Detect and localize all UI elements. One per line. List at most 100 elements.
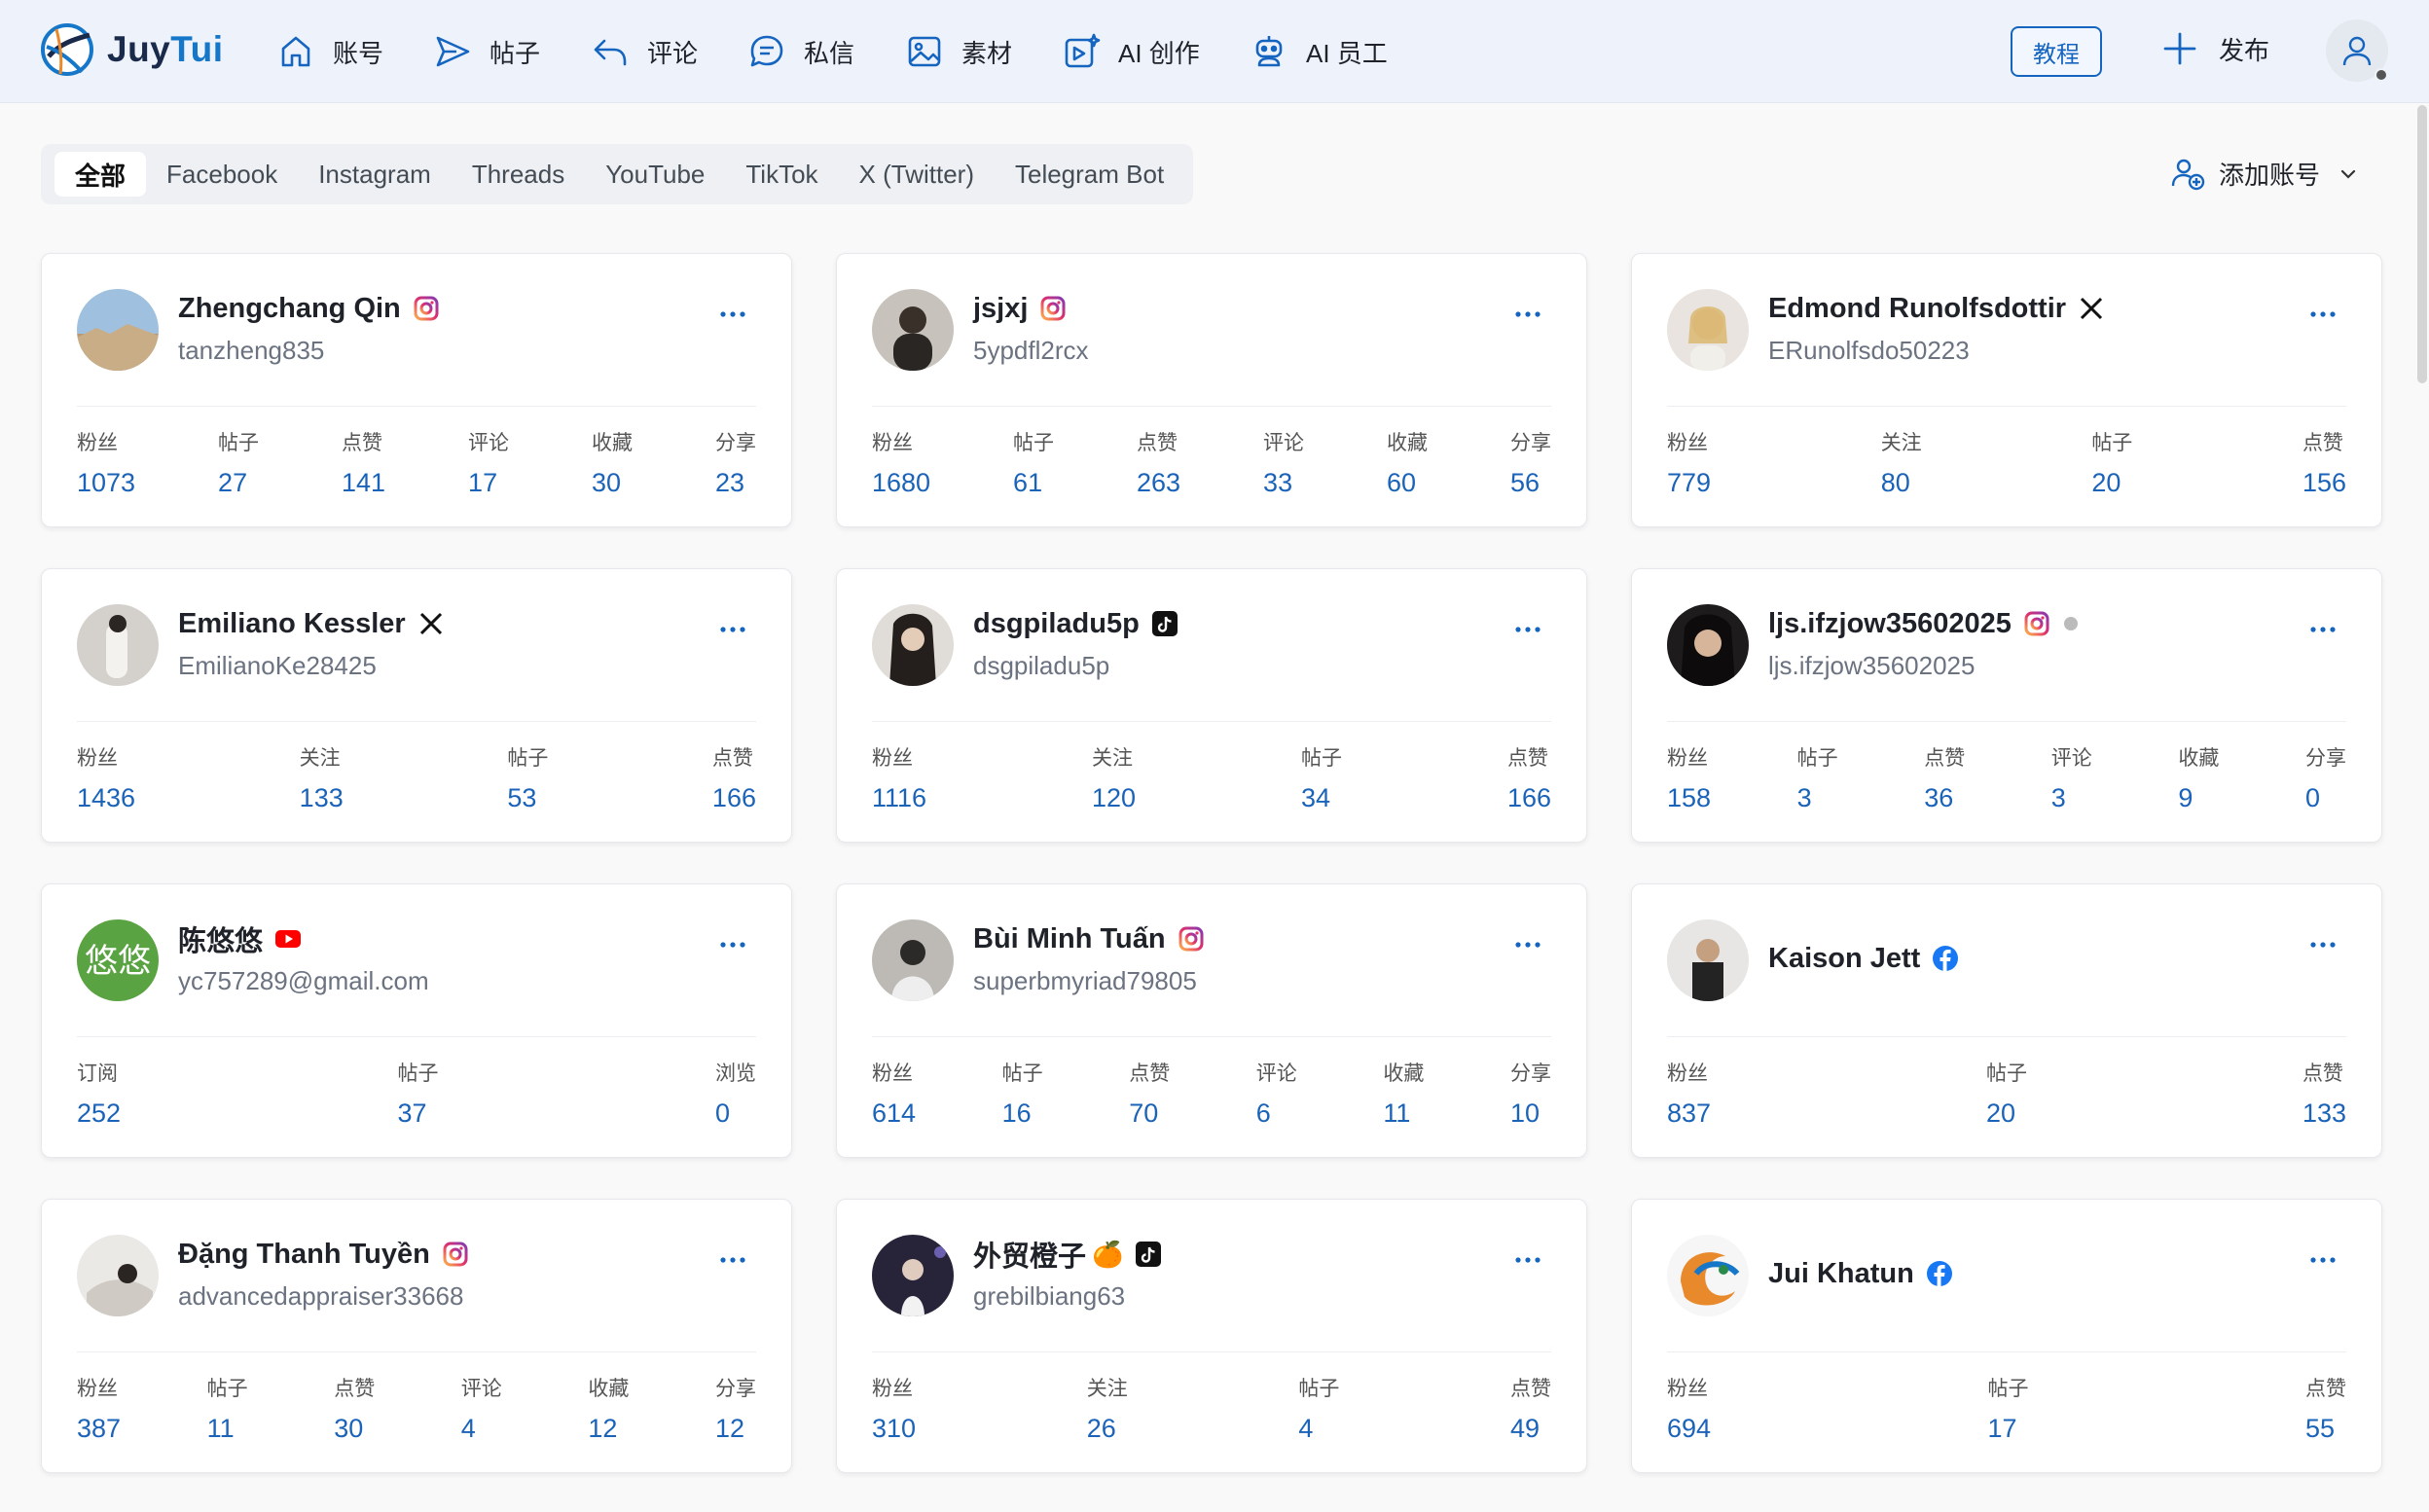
tutorial-button[interactable]: 教程 bbox=[2011, 26, 2102, 77]
account-avatar[interactable] bbox=[872, 289, 954, 371]
nav-materials[interactable]: 素材 bbox=[905, 30, 1012, 73]
stat-label: 帖子 bbox=[1986, 1062, 2027, 1085]
stat-label: 收藏 bbox=[1387, 432, 1429, 454]
stat-label: 点赞 bbox=[342, 432, 383, 454]
account-card[interactable]: 外贸橙子 🍊 grebilbiang63 粉丝 310 关注 26 帖子 4 点赞 49 bbox=[836, 1199, 1587, 1473]
account-card[interactable]: Emiliano Kessler EmilianoKe28425 粉丝 1436 关注 1… bbox=[41, 568, 792, 843]
account-card[interactable]: Edmond Runolfsdottir ERunolfsdo50223 粉丝 779… bbox=[1631, 253, 2382, 527]
stat-label: 评论 bbox=[2050, 747, 2092, 770]
more-options-icon[interactable] bbox=[713, 618, 752, 641]
add-account-button[interactable]: 添加账号 bbox=[2170, 156, 2359, 192]
stat-value: 694 bbox=[1667, 1414, 1712, 1443]
account-name-row: Kaison Jett bbox=[1768, 939, 1959, 978]
stat-label: 粉丝 bbox=[77, 1378, 118, 1400]
nav-messages[interactable]: 私信 bbox=[747, 30, 854, 73]
tab-facebook[interactable]: Facebook bbox=[146, 152, 298, 197]
account-avatar[interactable] bbox=[872, 1235, 954, 1316]
stat-value: 4 bbox=[1298, 1414, 1314, 1443]
account-card[interactable]: ljs.ifzjow35602025 ljs.ifzjow35602025 粉丝 15… bbox=[1631, 568, 2382, 843]
card-divider bbox=[77, 1036, 756, 1037]
stat-label: 帖子 bbox=[1796, 747, 1838, 770]
stat-value: 61 bbox=[1013, 468, 1043, 497]
more-options-icon[interactable] bbox=[1508, 933, 1547, 956]
more-options-icon[interactable] bbox=[1508, 303, 1547, 326]
account-name: dsgpiladu5p bbox=[973, 607, 1140, 639]
stat-value: 263 bbox=[1137, 468, 1181, 497]
account-card[interactable]: Đặng Thanh Tuyền advancedappraiser33668 粉丝… bbox=[41, 1199, 792, 1473]
nav-ai-staff[interactable]: AI 员工 bbox=[1250, 30, 1388, 73]
stat-item: 粉丝 779 bbox=[1667, 427, 1711, 498]
more-options-icon[interactable] bbox=[2303, 303, 2342, 326]
more-options-icon[interactable] bbox=[2303, 1248, 2342, 1272]
account-stats: 粉丝 694 帖子 17 点赞 55 bbox=[1667, 1373, 2346, 1444]
account-avatar[interactable] bbox=[872, 604, 954, 686]
home-icon bbox=[281, 36, 310, 67]
stat-label: 帖子 bbox=[1013, 432, 1055, 454]
account-avatar[interactable]: 悠悠 bbox=[77, 919, 159, 1001]
account-card[interactable]: jsjxj 5ypdfl2rcx 粉丝 1680 帖子 61 点赞 263 评论 33 收藏 60 分享… bbox=[836, 253, 1587, 527]
stat-label: 粉丝 bbox=[1667, 1062, 1708, 1085]
more-options-icon[interactable] bbox=[2303, 933, 2342, 956]
stat-label: 评论 bbox=[1263, 432, 1305, 454]
facebook-icon bbox=[1926, 1261, 1952, 1286]
more-options-icon[interactable] bbox=[713, 303, 752, 326]
app-logo[interactable]: JuyTui bbox=[39, 21, 224, 78]
account-avatar[interactable] bbox=[77, 604, 159, 686]
card-divider bbox=[77, 721, 756, 722]
account-avatar[interactable] bbox=[1667, 1235, 1749, 1316]
account-avatar[interactable] bbox=[1667, 919, 1749, 1001]
tab-threads[interactable]: Threads bbox=[452, 152, 585, 197]
account-name-row: Jui Khatun bbox=[1768, 1254, 1953, 1293]
ai-create-icon bbox=[1065, 33, 1101, 68]
account-card[interactable]: Kaison Jett 粉丝 837 帖子 20 点赞 133 bbox=[1631, 883, 2382, 1158]
nav-posts[interactable]: 帖子 bbox=[433, 30, 540, 73]
stat-item: 帖子 4 bbox=[1298, 1373, 1339, 1444]
stat-value: 12 bbox=[714, 1414, 744, 1443]
stat-value: 6 bbox=[1255, 1098, 1271, 1128]
stat-label: 粉丝 bbox=[1667, 747, 1708, 770]
user-avatar[interactable] bbox=[2326, 19, 2388, 82]
stat-value: 17 bbox=[468, 468, 498, 497]
more-options-icon[interactable] bbox=[1508, 1248, 1547, 1272]
account-card[interactable]: Zhengchang Qin tanzheng835 粉丝 1073 帖子 27 点赞 141… bbox=[41, 253, 792, 527]
account-name-row: dsgpiladu5p bbox=[973, 604, 1178, 643]
account-card[interactable]: Jui Khatun 粉丝 694 帖子 17 点赞 55 bbox=[1631, 1199, 2382, 1473]
account-avatar[interactable] bbox=[77, 289, 159, 371]
stat-value: 16 bbox=[1001, 1098, 1032, 1128]
account-avatar[interactable] bbox=[1667, 604, 1749, 686]
tab-x-twitter[interactable]: X (Twitter) bbox=[839, 152, 995, 197]
stat-label: 订阅 bbox=[77, 1062, 118, 1085]
publish-button[interactable]: 发布 bbox=[2160, 29, 2269, 68]
nav-accounts[interactable]: 账号 bbox=[276, 30, 383, 73]
stat-label: 帖子 bbox=[1987, 1378, 2029, 1400]
more-options-icon[interactable] bbox=[713, 933, 752, 956]
tab-youtube[interactable]: YouTube bbox=[585, 152, 725, 197]
tab-instagram[interactable]: Instagram bbox=[298, 152, 452, 197]
stat-item: 分享 56 bbox=[1510, 427, 1551, 498]
stat-item: 粉丝 1680 bbox=[872, 427, 930, 498]
more-options-icon[interactable] bbox=[713, 1248, 752, 1272]
tab-all[interactable]: 全部 bbox=[54, 152, 147, 197]
stat-label: 分享 bbox=[714, 432, 756, 454]
stat-label: 关注 bbox=[1092, 747, 1133, 770]
account-stats: 粉丝 1680 帖子 61 点赞 263 评论 33 收藏 60 分享 56 bbox=[872, 427, 1551, 498]
account-avatar[interactable] bbox=[872, 919, 954, 1001]
more-options-icon[interactable] bbox=[1508, 618, 1547, 641]
account-avatar[interactable] bbox=[1667, 289, 1749, 371]
nav-ai-create[interactable]: AI 创作 bbox=[1062, 30, 1200, 73]
account-stats: 粉丝 1436 关注 133 帖子 53 点赞 166 bbox=[77, 742, 756, 813]
account-name-row: 外贸橙子 🍊 bbox=[973, 1235, 1162, 1274]
scrollbar[interactable] bbox=[2417, 105, 2427, 383]
account-avatar[interactable] bbox=[77, 1235, 159, 1316]
account-card[interactable]: Bùi Minh Tuấn superbmyriad79805 粉丝 614 帖子 16 点… bbox=[836, 883, 1587, 1158]
tab-tiktok[interactable]: TikTok bbox=[725, 152, 838, 197]
stat-item: 点赞 30 bbox=[334, 1373, 375, 1444]
nav-comments[interactable]: 评论 bbox=[591, 30, 698, 73]
more-options-icon[interactable] bbox=[2303, 618, 2342, 641]
tab-telegram-bot[interactable]: Telegram Bot bbox=[995, 152, 1184, 197]
stat-value: 120 bbox=[1092, 783, 1137, 812]
account-card[interactable]: 悠悠 陈悠悠 yc757289@gmail.com 订阅 252 帖子 37 浏览 0 bbox=[41, 883, 792, 1158]
stat-value: 11 bbox=[1383, 1098, 1411, 1128]
account-card[interactable]: dsgpiladu5p dsgpiladu5p 粉丝 1116 关注 120 帖子 34 点赞 1… bbox=[836, 568, 1587, 843]
stat-item: 粉丝 694 bbox=[1667, 1373, 1711, 1444]
